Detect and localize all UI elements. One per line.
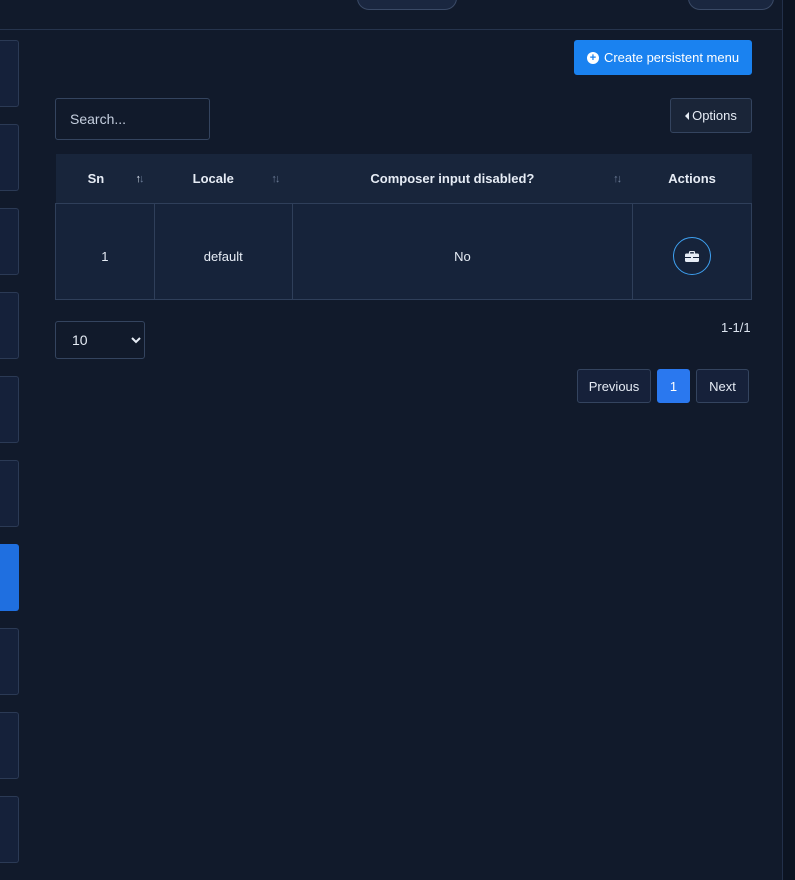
plus-circle-icon: +	[586, 51, 599, 64]
sidebar-item[interactable]	[0, 796, 19, 863]
create-persistent-menu-label: Create persistent menu	[603, 50, 740, 65]
top-bar-pill-button[interactable]	[357, 0, 457, 10]
sidebar-item[interactable]	[0, 628, 19, 695]
sidebar-item[interactable]	[0, 124, 19, 191]
previous-page-button[interactable]: Previous	[577, 369, 651, 403]
cell-actions	[632, 202, 752, 300]
top-bar	[0, 0, 783, 30]
column-header-locale[interactable]: Locale ↑↓	[154, 154, 293, 203]
sort-icon: ↑↓	[271, 173, 280, 185]
sidebar-item-active[interactable]	[0, 544, 19, 611]
next-page-button[interactable]: Next	[696, 369, 749, 403]
actions-button[interactable]	[673, 237, 712, 275]
column-header-composer-input-disabled[interactable]: Composer input disabled? ↑↓	[292, 154, 633, 203]
column-header-sn[interactable]: Sn ↑↓	[55, 154, 155, 203]
persistent-menu-table: Sn ↑↓ Locale ↑↓ Composer input disabled?…	[55, 154, 752, 300]
options-button[interactable]: Options	[670, 98, 752, 133]
sort-icon: ↑↓	[613, 173, 622, 185]
table-row: 1 default No	[55, 202, 752, 300]
caret-left-icon	[685, 111, 690, 120]
options-label: Options	[692, 108, 737, 123]
cell-locale: default	[153, 202, 293, 300]
sort-icon: ↑↓	[135, 173, 145, 185]
page-size-select[interactable]: 10	[55, 321, 145, 359]
scrollbar-track[interactable]	[782, 0, 795, 880]
briefcase-icon	[685, 250, 700, 262]
table-header-row: Sn ↑↓ Locale ↑↓ Composer input disabled?…	[55, 154, 752, 203]
sidebar-item[interactable]	[0, 292, 19, 359]
sidebar-item[interactable]	[0, 376, 19, 443]
column-header-actions: Actions	[632, 154, 752, 203]
sidebar-item[interactable]	[0, 40, 19, 107]
sidebar-item[interactable]	[0, 208, 19, 275]
cell-sn: 1	[55, 202, 155, 300]
sidebar-item[interactable]	[0, 460, 19, 527]
search-input[interactable]	[55, 98, 210, 140]
pagination-range: 1-1/1	[721, 320, 751, 335]
top-bar-account-button[interactable]	[688, 0, 774, 10]
page-1-button[interactable]: 1	[657, 369, 690, 403]
create-persistent-menu-button[interactable]: + Create persistent menu	[574, 40, 752, 75]
cell-composer-input-disabled: No	[291, 202, 634, 300]
sidebar-item[interactable]	[0, 712, 19, 779]
